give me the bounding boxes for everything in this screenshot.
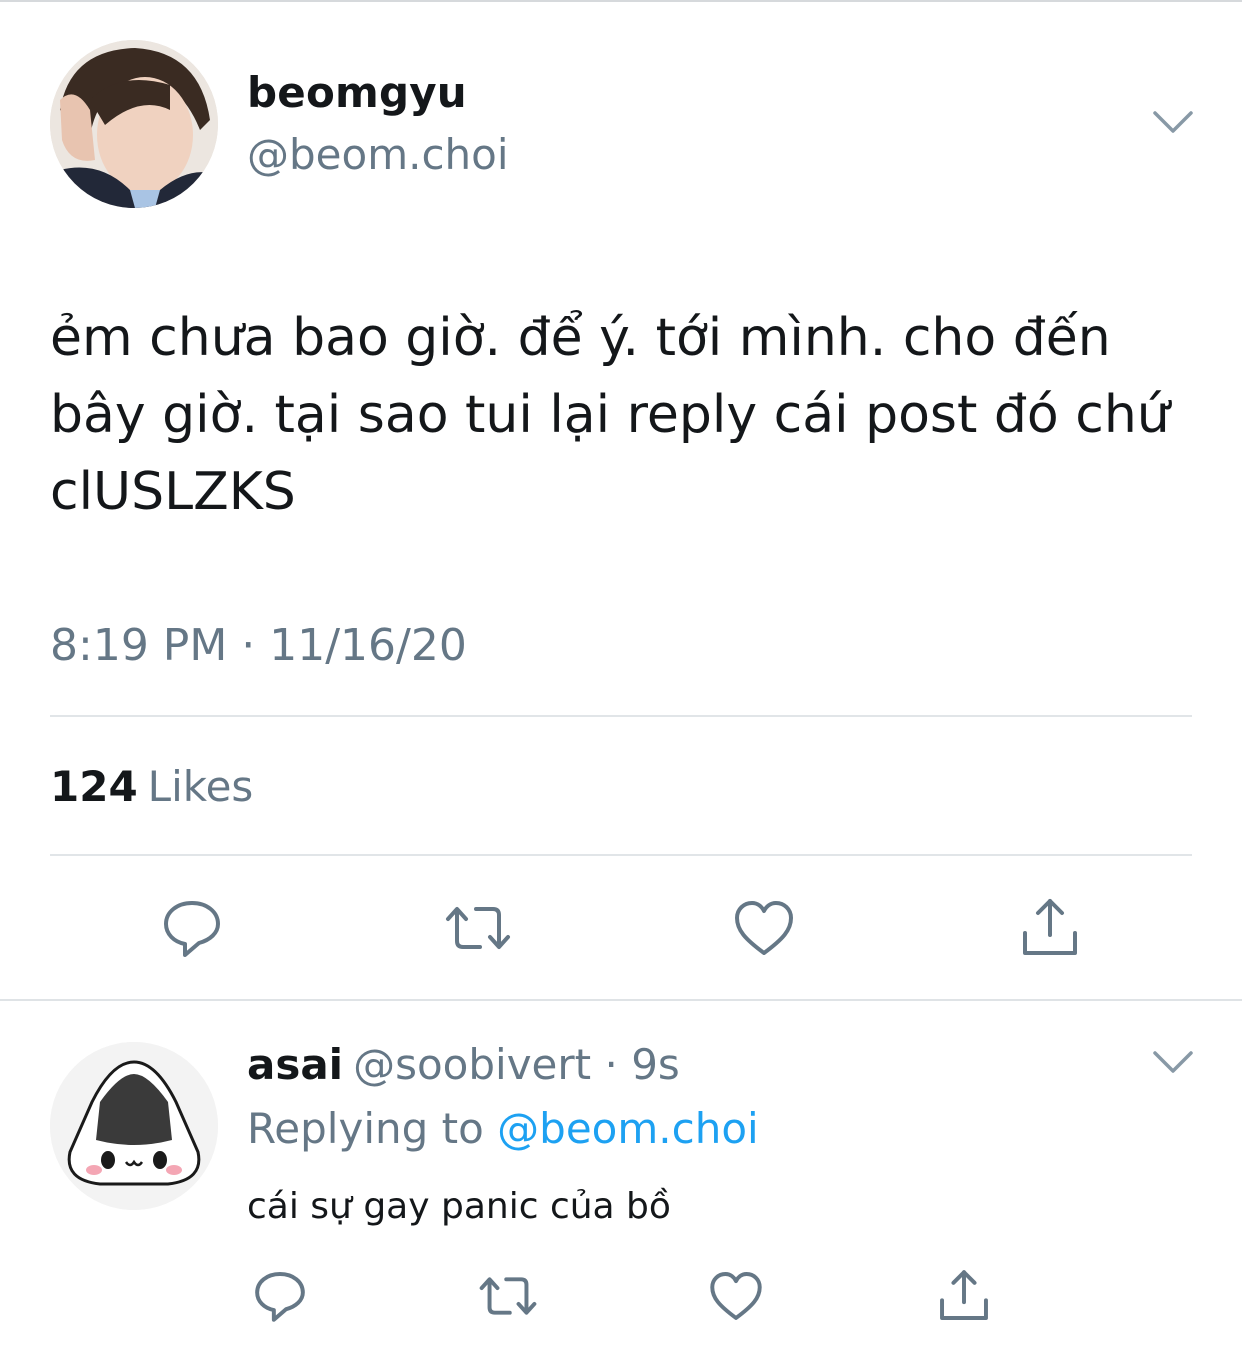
reply-icon[interactable] xyxy=(156,892,228,964)
share-icon[interactable] xyxy=(1014,892,1086,964)
reply-reply-icon[interactable] xyxy=(244,1260,316,1332)
reply-avatar[interactable] xyxy=(50,1042,218,1210)
reply-share-icon[interactable] xyxy=(928,1260,1000,1332)
user-handle[interactable]: @beom.choi xyxy=(247,130,509,179)
replying-to-mention[interactable]: @beom.choi xyxy=(497,1104,759,1153)
section-divider xyxy=(0,999,1242,1001)
reply-retweet-icon[interactable] xyxy=(472,1260,544,1332)
like-icon[interactable] xyxy=(728,892,800,964)
reply-user-handle[interactable]: @soobivert xyxy=(353,1040,591,1089)
profile-photo xyxy=(50,40,218,208)
reply-header: asai @soobivert · 9s xyxy=(247,1040,680,1089)
avatar[interactable] xyxy=(50,40,218,208)
reply-time-separator: · xyxy=(591,1040,632,1089)
reply-timestamp[interactable]: 9s xyxy=(631,1040,680,1089)
display-name[interactable]: beomgyu xyxy=(247,68,467,117)
likes-number: 124 xyxy=(50,762,138,811)
reply-text: cái sự gay panic của bồ xyxy=(247,1186,671,1227)
tweet-text: ẻm chưa bao giờ. để ý. tới mình. cho đến… xyxy=(50,308,1170,522)
replying-to: Replying to @beom.choi xyxy=(247,1104,759,1153)
reply-chevron-down-icon[interactable] xyxy=(1152,1050,1194,1076)
reply-display-name[interactable]: asai xyxy=(247,1040,343,1089)
onigiri-avatar-image xyxy=(50,1042,218,1210)
reply-like-icon[interactable] xyxy=(700,1260,772,1332)
retweet-icon[interactable] xyxy=(442,892,514,964)
likes-label: Likes xyxy=(147,762,254,811)
chevron-down-icon[interactable] xyxy=(1152,110,1194,136)
divider xyxy=(50,715,1192,717)
likes-count[interactable]: 124 Likes xyxy=(50,762,253,811)
divider xyxy=(50,854,1192,856)
top-border xyxy=(0,0,1242,2)
timestamp[interactable]: 8:19 PM · 11/16/20 xyxy=(50,620,467,671)
replying-to-label: Replying to xyxy=(247,1104,484,1153)
